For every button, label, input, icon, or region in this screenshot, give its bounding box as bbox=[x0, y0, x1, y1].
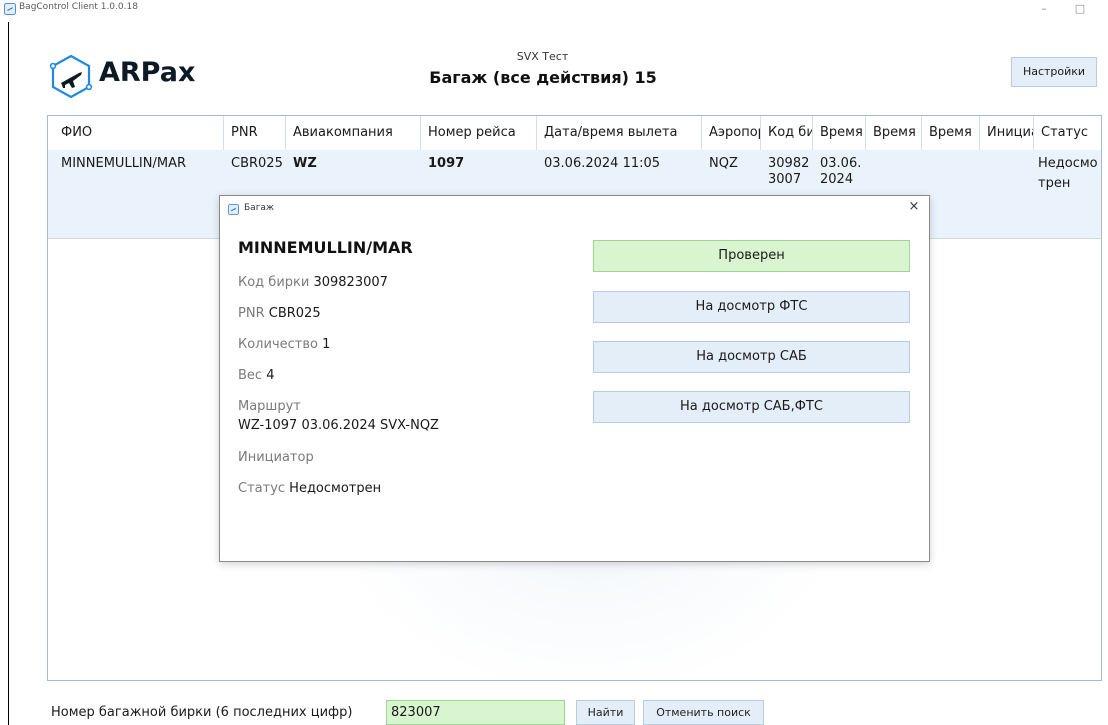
field-value: 4 bbox=[266, 368, 275, 383]
send-to-sab-fts-button[interactable]: На досмотр САБ,ФТС bbox=[593, 391, 910, 423]
field-label: PNR bbox=[238, 306, 265, 321]
field-value: WZ-1097 03.06.2024 SVX-NQZ bbox=[238, 418, 439, 433]
passenger-name: MINNEMULLIN/MAR bbox=[238, 238, 413, 257]
field-route-value: WZ-1097 03.06.2024 SVX-NQZ bbox=[238, 418, 439, 433]
cell-airport: NQZ bbox=[709, 156, 738, 171]
logo-text: ARPax bbox=[99, 57, 196, 88]
field-pnr: PNR CBR025 bbox=[238, 306, 321, 321]
field-status: Статус Недосмотрен bbox=[238, 481, 381, 496]
station-name: SVX Тест bbox=[516, 50, 569, 63]
grid-header: ФИО PNR Авиакомпания Номер рейса Дата/вр… bbox=[48, 116, 1101, 151]
column-header-time-1[interactable]: Время bbox=[813, 116, 866, 150]
send-to-fts-button[interactable]: На досмотр ФТС bbox=[593, 291, 910, 323]
cancel-search-button[interactable]: Отменить поиск bbox=[643, 700, 764, 725]
field-route-label: Маршрут bbox=[238, 399, 301, 414]
close-icon[interactable]: × bbox=[906, 199, 922, 215]
cell-status: Недосмотрен bbox=[1038, 156, 1098, 191]
cell-airline: WZ bbox=[293, 156, 317, 171]
cell-name: MINNEMULLIN/MAR bbox=[61, 156, 187, 171]
column-header-pnr[interactable]: PNR bbox=[224, 116, 286, 150]
field-label: Маршрут bbox=[238, 399, 301, 414]
column-header-airline[interactable]: Авиакомпания bbox=[286, 116, 421, 150]
settings-button[interactable]: Настройки bbox=[1011, 57, 1097, 87]
page-title: Багаж (все действия) 15 bbox=[429, 68, 657, 87]
column-header-tag[interactable]: Код бирки bbox=[761, 116, 813, 150]
field-label: Статус bbox=[238, 481, 286, 496]
find-button[interactable]: Найти bbox=[576, 700, 635, 725]
field-value: 309823007 bbox=[313, 275, 388, 290]
column-header-flight[interactable]: Номер рейса bbox=[421, 116, 537, 150]
field-label: Инициатор bbox=[238, 450, 314, 465]
dialog-title: Багаж bbox=[244, 203, 275, 213]
checked-button[interactable]: Проверен bbox=[593, 240, 910, 272]
column-header-name[interactable]: ФИО bbox=[48, 116, 224, 150]
field-label: Вес bbox=[238, 368, 263, 383]
cell-departure: 03.06.2024 11:05 bbox=[544, 156, 661, 171]
field-label: Код бирки bbox=[238, 275, 310, 290]
tag-search-input[interactable]: 823007 bbox=[386, 700, 565, 725]
field-quantity: Количество 1 bbox=[238, 337, 330, 352]
cell-pnr: CBR025 bbox=[231, 156, 283, 171]
column-header-status[interactable]: Статус bbox=[1034, 116, 1101, 150]
field-tag: Код бирки 309823007 bbox=[238, 275, 388, 290]
field-value: 1 bbox=[322, 337, 331, 352]
window-title: BagControl Client 1.0.0.18 bbox=[19, 2, 138, 12]
cell-tag: 309823007 bbox=[768, 156, 810, 187]
baggage-dialog: Багаж × MINNEMULLIN/MAR Код бирки 309823… bbox=[219, 195, 930, 562]
send-to-sab-button[interactable]: На досмотр САБ bbox=[593, 341, 910, 373]
minimize-button[interactable]: – bbox=[1036, 2, 1052, 16]
field-weight: Вес 4 bbox=[238, 368, 275, 383]
column-header-initiator[interactable]: Инициатор bbox=[980, 116, 1034, 150]
field-initiator: Инициатор bbox=[238, 450, 314, 465]
column-header-time-3[interactable]: Время bbox=[922, 116, 980, 150]
column-header-departure[interactable]: Дата/время вылета bbox=[537, 116, 702, 150]
column-header-time-2[interactable]: Время bbox=[866, 116, 922, 150]
field-value: Недосмотрен bbox=[289, 481, 382, 496]
cell-flight: 1097 bbox=[428, 156, 465, 171]
cell-time-1: 03.06.2024 bbox=[820, 156, 862, 187]
maximize-button[interactable]: □ bbox=[1072, 2, 1088, 16]
app-icon bbox=[4, 3, 16, 15]
field-value: CBR025 bbox=[268, 306, 321, 321]
window-frame-edge bbox=[8, 22, 9, 725]
search-label: Номер багажной бирки (6 последних цифр) bbox=[51, 705, 353, 720]
window-titlebar bbox=[0, 0, 1108, 30]
app-icon bbox=[228, 204, 239, 215]
column-header-airport[interactable]: Аэропорт bbox=[702, 116, 761, 150]
field-label: Количество bbox=[238, 337, 318, 352]
